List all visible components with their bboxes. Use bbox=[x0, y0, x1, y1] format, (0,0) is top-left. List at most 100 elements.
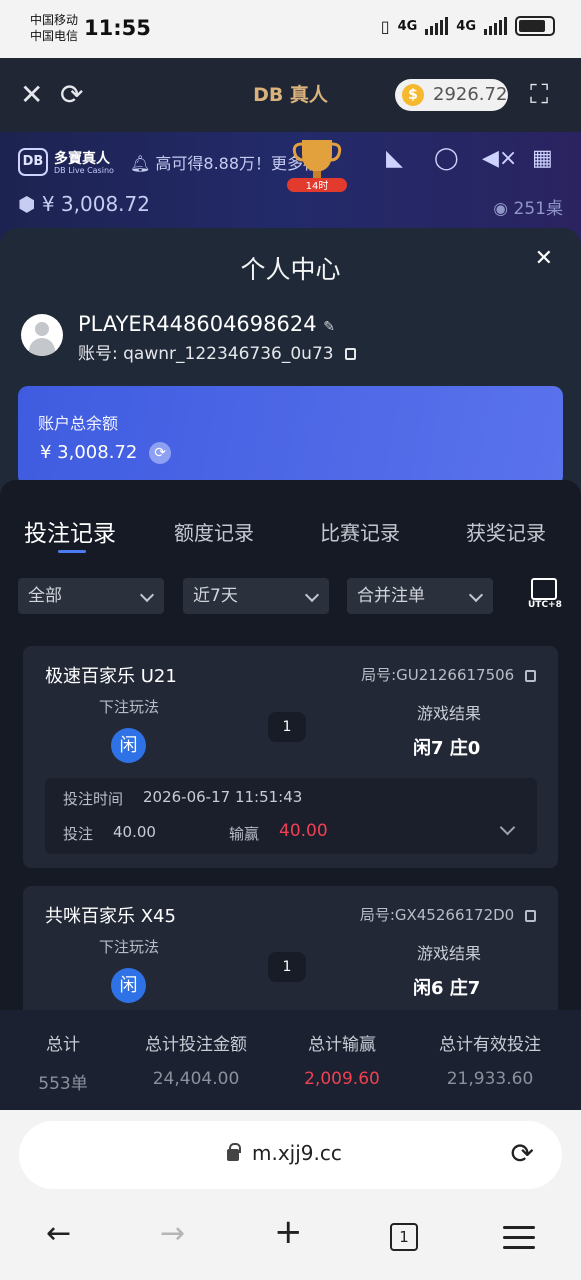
balance-value: ¥ 3,008.72 ⟳ bbox=[40, 442, 172, 464]
player-name: PLAYER448604698624 ✎ bbox=[78, 312, 335, 336]
status-icons: ▯ 4G 4G bbox=[381, 16, 555, 36]
tab-count-button[interactable]: 1 bbox=[390, 1223, 418, 1251]
coin-icon: $ bbox=[402, 84, 424, 106]
bet-count: 1 bbox=[268, 952, 306, 982]
chevron-down-icon bbox=[139, 587, 155, 603]
reload-icon[interactable]: ⟳ bbox=[511, 1137, 534, 1170]
battery-icon bbox=[515, 16, 555, 36]
search-icon[interactable]: ◯ bbox=[434, 146, 459, 171]
forward-icon: → bbox=[160, 1216, 186, 1251]
browser-chrome: m.xjj9.cc ⟳ ← → + 1 bbox=[0, 1110, 581, 1280]
signal-icon bbox=[484, 17, 507, 35]
timezone-label: UTC+8 bbox=[528, 600, 562, 610]
tab-credit-records[interactable]: 额度记录 bbox=[174, 517, 254, 546]
win-amount: 40.00 bbox=[279, 821, 328, 841]
menu-icon[interactable] bbox=[503, 1226, 535, 1256]
chevron-down-icon bbox=[468, 587, 484, 603]
bet-amount-label: 投注 bbox=[63, 825, 94, 843]
summary-label: 总计输赢 bbox=[308, 1035, 376, 1055]
vibrate-icon: ▯ bbox=[380, 16, 390, 36]
calendar-button[interactable]: UTC+8 bbox=[528, 578, 562, 618]
refresh-icon[interactable]: ⟳ bbox=[149, 442, 172, 464]
period-filter-value: 近7天 bbox=[193, 586, 238, 606]
player-name-text: PLAYER448604698624 bbox=[78, 312, 317, 336]
bet-record-card[interactable]: 极速百家乐 U21 局号:GU2126617506 下注玩法 闲 1 游戏结果 … bbox=[23, 646, 558, 868]
chevron-down-icon bbox=[304, 587, 320, 603]
carrier-2: 中国电信 bbox=[30, 29, 79, 43]
copy-icon[interactable] bbox=[525, 909, 536, 922]
play-label: 下注玩法 bbox=[99, 938, 160, 956]
fullscreen-icon[interactable]: ⛶ bbox=[530, 78, 548, 112]
network-type-1: 4G bbox=[397, 18, 418, 34]
table-count-value: 251桌 bbox=[513, 199, 563, 219]
brand-subtitle: DB Live Casino bbox=[54, 166, 114, 175]
back-icon[interactable]: ← bbox=[46, 1216, 71, 1251]
trophy-icon[interactable]: 14时 bbox=[287, 134, 347, 194]
bet-detail: 投注时间 2026-06-17 11:51:43 投注 40.00 输赢 40.… bbox=[45, 778, 537, 854]
copy-icon[interactable] bbox=[525, 669, 536, 682]
bet-count: 1 bbox=[268, 712, 306, 742]
summary-value: 24,404.00 bbox=[152, 1069, 240, 1089]
carrier-info: 中国移动 中国电信 bbox=[30, 12, 78, 44]
mute-icon[interactable]: ◀× bbox=[482, 146, 517, 171]
summary-value: 553单 bbox=[38, 1074, 88, 1094]
bet-amount: 40.00 bbox=[113, 823, 156, 841]
period-filter[interactable]: 近7天 bbox=[183, 578, 329, 614]
user-icon: ⬢ bbox=[18, 192, 36, 216]
balance-pill[interactable]: $ 2926.72 bbox=[395, 79, 508, 111]
round-id-text: 局号:GX45266172D0 bbox=[359, 906, 515, 924]
close-icon[interactable]: ✕ bbox=[535, 246, 553, 271]
game-title: 共咪百家乐 X45 bbox=[45, 906, 176, 927]
tab-match-records[interactable]: 比赛记录 bbox=[320, 517, 400, 546]
lock-icon bbox=[227, 1143, 241, 1161]
merge-filter-value: 合并注单 bbox=[357, 586, 425, 606]
bell-icon: 🔔︎ bbox=[130, 154, 151, 173]
summary-label: 总计 bbox=[46, 1035, 80, 1055]
play-label: 下注玩法 bbox=[99, 698, 160, 716]
summary-label: 总计投注金额 bbox=[145, 1035, 247, 1055]
summary-value: 2,009.60 bbox=[304, 1069, 380, 1089]
tab-prize-records[interactable]: 获奖记录 bbox=[466, 517, 546, 546]
tables-icon: ◉ bbox=[493, 199, 509, 219]
brand-name: 多寶真人 bbox=[54, 151, 110, 167]
edit-icon[interactable]: ✎ bbox=[323, 319, 335, 335]
summary-bar: 总计 553单 总计投注金额 24,404.00 总计输赢 2,009.60 总… bbox=[0, 1010, 581, 1110]
carrier-1: 中国移动 bbox=[30, 13, 79, 27]
trophy-badge: 14时 bbox=[306, 180, 329, 192]
address-bar[interactable]: m.xjj9.cc ⟳ bbox=[19, 1121, 562, 1189]
tab-bet-records[interactable]: 投注记录 bbox=[24, 514, 116, 548]
new-tab-icon[interactable]: + bbox=[274, 1212, 303, 1252]
bet-time-label: 投注时间 bbox=[63, 790, 124, 808]
calendar-icon bbox=[531, 578, 557, 600]
type-filter[interactable]: 全部 bbox=[18, 578, 164, 614]
play-icon[interactable]: ◣ bbox=[386, 146, 403, 171]
merge-filter[interactable]: 合并注单 bbox=[347, 578, 493, 614]
app-header: ✕ ⟳ DB 真人 $ 2926.72 ⛶ bbox=[0, 58, 581, 132]
balance-card: 账户总余额 ¥ 3,008.72 ⟳ bbox=[18, 386, 563, 486]
result-label: 游戏结果 bbox=[417, 944, 482, 963]
balance-label: 账户总余额 bbox=[38, 414, 119, 433]
balance-value-text: ¥ 3,008.72 bbox=[40, 442, 138, 463]
result-label: 游戏结果 bbox=[417, 704, 482, 723]
url-text: m.xjj9.cc bbox=[252, 1141, 342, 1165]
menu-grid-icon[interactable]: ▦ bbox=[532, 146, 553, 171]
signal-icon bbox=[425, 17, 449, 35]
summary-value: 21,933.60 bbox=[446, 1069, 534, 1089]
game-title: 极速百家乐 U21 bbox=[45, 666, 177, 687]
casino-balance-value: ¥ 3,008.72 bbox=[41, 192, 150, 216]
chevron-down-icon[interactable] bbox=[499, 819, 516, 836]
db-logo: DB bbox=[18, 148, 48, 176]
account-id: 账号: qawnr_122346736_0u73 bbox=[78, 339, 356, 364]
avatar[interactable] bbox=[21, 314, 63, 356]
account-text: 账号: qawnr_122346736_0u73 bbox=[78, 344, 334, 364]
casino-header: DB 多寶真人 DB Live Casino 🔔︎ 高可得8.88万！更多福 1… bbox=[0, 132, 581, 242]
copy-icon[interactable] bbox=[344, 348, 356, 360]
bet-time: 2026-06-17 11:51:43 bbox=[143, 788, 303, 806]
game-result: 闲7 庄0 bbox=[413, 738, 481, 759]
active-tab-indicator bbox=[58, 550, 86, 553]
round-id: 局号:GX45266172D0 bbox=[360, 904, 536, 925]
network-type-2: 4G bbox=[456, 18, 476, 34]
summary-total: 总计 553单 bbox=[18, 1030, 108, 1094]
table-count: ◉ 251桌 bbox=[493, 194, 563, 219]
sheet-title: 个人中心 bbox=[240, 255, 341, 284]
